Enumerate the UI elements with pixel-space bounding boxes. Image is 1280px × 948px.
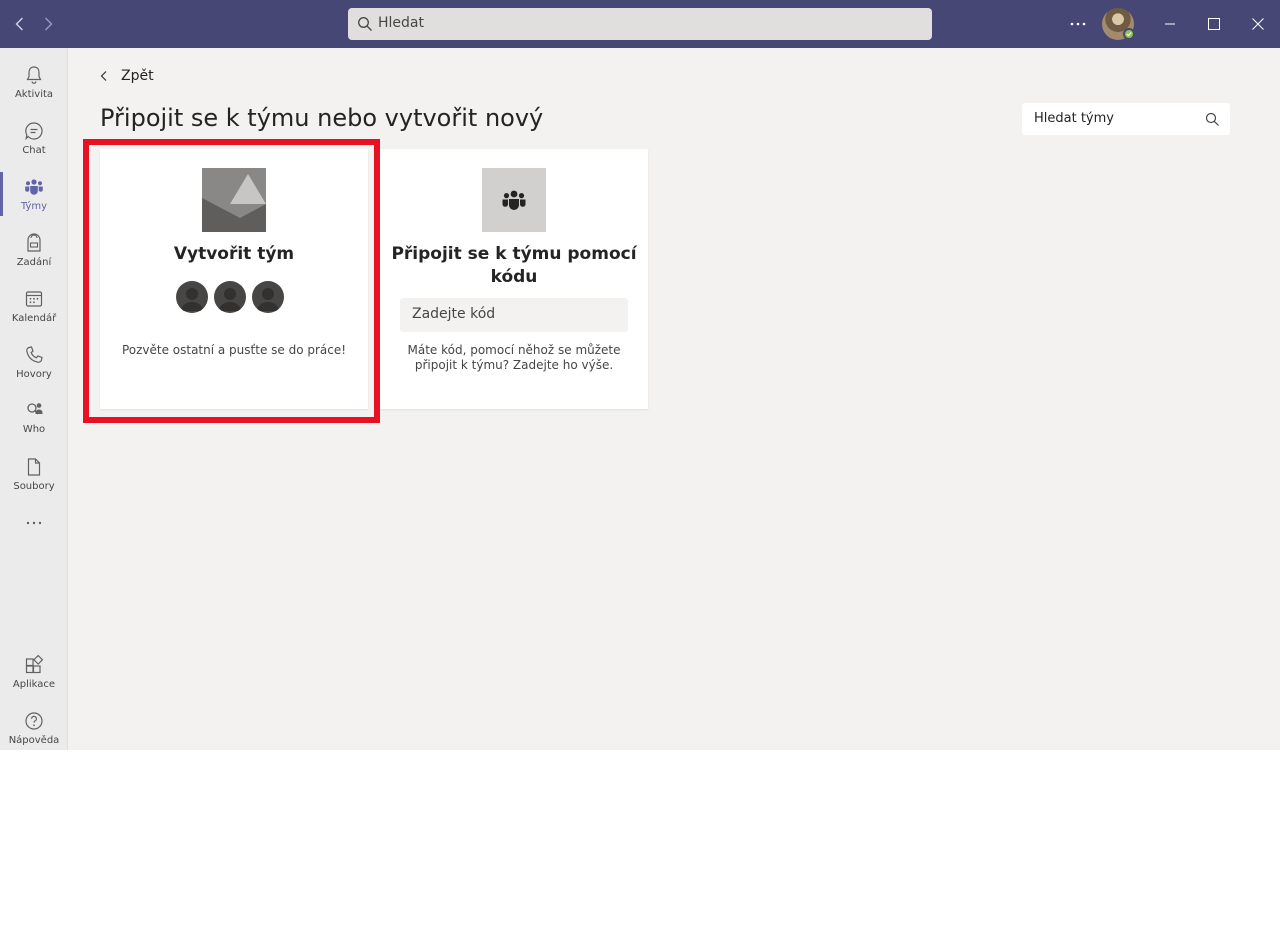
rail-label: Who <box>22 424 46 435</box>
global-search-input[interactable]: Hledat <box>348 8 932 40</box>
rail-item-chat[interactable]: Chat <box>0 110 68 166</box>
join-team-title-line1: Připojit se k týmu pomocí <box>391 244 637 264</box>
join-team-description-line1: Máte kód, pomocí něhož se můžete <box>407 343 621 357</box>
team-search-input[interactable]: Hledat týmy <box>1022 103 1230 135</box>
bell-icon <box>26 66 42 84</box>
highlight-annotation <box>83 139 380 423</box>
minimize-icon[interactable] <box>1158 12 1182 36</box>
rail-label: Kalendář <box>11 313 57 324</box>
rail-item-activity[interactable]: Aktivita <box>0 54 68 110</box>
calendar-icon <box>25 291 43 307</box>
chat-icon <box>25 122 43 141</box>
team-search-placeholder: Hledat týmy <box>1034 111 1114 126</box>
search-icon <box>1205 112 1219 126</box>
presence-available-icon <box>1123 28 1135 40</box>
maximize-icon[interactable] <box>1202 12 1226 36</box>
app-bar: Aktivita Chat Týmy Zadání Kalendář Hovor… <box>0 48 68 750</box>
rail-label: Nápověda <box>8 735 60 746</box>
teams-icon <box>25 179 43 195</box>
rail-item-apps[interactable]: Aplikace <box>0 644 68 700</box>
phone-icon <box>26 346 43 363</box>
join-team-description-line2: připojit k týmu? Zadejte ho výše. <box>414 358 614 372</box>
back-link-label: Zpět <box>121 68 154 84</box>
rail-more-apps[interactable] <box>0 502 68 538</box>
search-icon <box>357 16 373 32</box>
rail-label: Soubory <box>13 481 55 492</box>
rail-item-help[interactable]: Nápověda <box>0 700 68 750</box>
assignments-icon <box>27 233 41 252</box>
rail-item-calendar[interactable]: Kalendář <box>0 278 68 334</box>
rail-label: Hovory <box>16 369 52 380</box>
team-code-placeholder: Zadejte kód <box>412 306 496 322</box>
rail-label: Chat <box>22 145 46 156</box>
help-icon <box>25 712 43 730</box>
teams-icon <box>482 168 546 232</box>
rail-item-who[interactable]: Who <box>0 389 68 445</box>
rail-label: Týmy <box>20 201 48 212</box>
join-team-title-line2: kódu <box>490 267 538 287</box>
rail-item-teams[interactable]: Týmy <box>0 166 68 222</box>
rail-item-calls[interactable]: Hovory <box>0 334 68 390</box>
rail-label: Zadání <box>16 257 52 268</box>
rail-item-files[interactable]: Soubory <box>0 446 68 502</box>
apps-icon <box>25 654 44 674</box>
more-options-icon[interactable] <box>1066 12 1090 36</box>
team-code-input[interactable]: Zadejte kód <box>400 298 628 332</box>
who-icon <box>27 403 43 415</box>
teams-window: Hledat Aktivita Chat Týmy Zadání Kalendá… <box>0 0 1280 750</box>
more-icon <box>26 521 42 525</box>
back-nav-icon[interactable] <box>10 14 30 34</box>
global-search-placeholder: Hledat <box>378 15 424 31</box>
page-title: Připojit se k týmu nebo vytvořit nový <box>100 104 544 132</box>
rail-item-assignments[interactable]: Zadání <box>0 222 68 278</box>
forward-nav-icon[interactable] <box>38 14 58 34</box>
chevron-left-icon <box>100 71 107 81</box>
join-team-card: Připojit se k týmu pomocí kódu Zadejte k… <box>380 149 648 409</box>
rail-label: Aplikace <box>12 679 56 690</box>
title-bar: Hledat <box>0 0 1280 48</box>
rail-label: Aktivita <box>14 89 54 100</box>
close-icon[interactable] <box>1246 12 1270 36</box>
file-icon <box>27 458 41 476</box>
